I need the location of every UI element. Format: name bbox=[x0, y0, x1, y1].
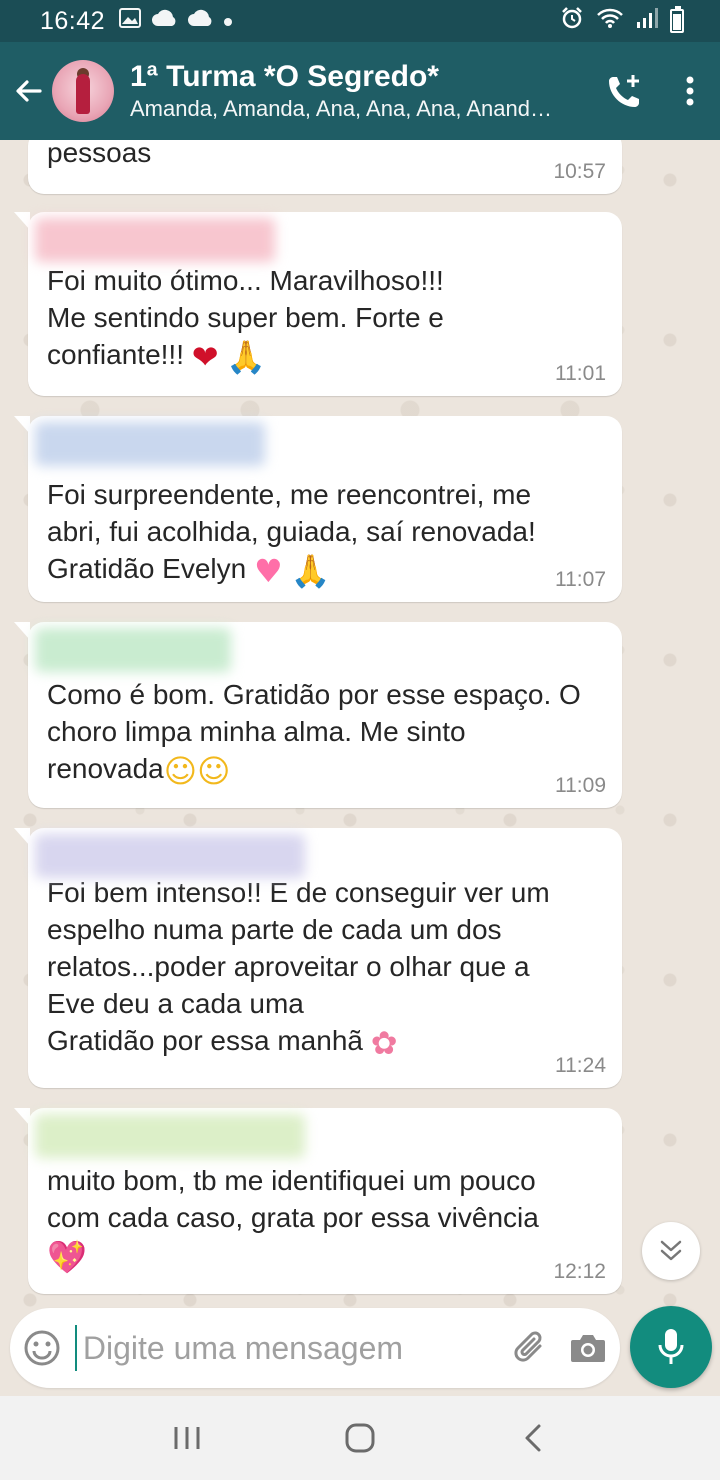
camera-button[interactable] bbox=[557, 1308, 620, 1388]
sender-name-blurred bbox=[35, 218, 275, 262]
sender-name-blurred bbox=[35, 834, 305, 878]
growing-heart-icon: ♥ bbox=[254, 552, 283, 590]
back-button[interactable] bbox=[0, 42, 58, 140]
recent-apps-button[interactable] bbox=[147, 1396, 227, 1480]
message-text: muito bom, tb me identifiquei um pouco c… bbox=[47, 1165, 539, 1276]
message-time: 12:12 bbox=[553, 1260, 606, 1283]
system-nav-bar bbox=[0, 1396, 720, 1480]
sparkling-heart-icon: 💖 bbox=[47, 1238, 87, 1276]
group-avatar[interactable] bbox=[52, 60, 114, 122]
smiling-face-icon: ☺ bbox=[163, 752, 198, 790]
back-nav-button[interactable] bbox=[493, 1396, 573, 1480]
message-bubble[interactable]: muito bom, tb me identifiquei um pouco c… bbox=[14, 1108, 622, 1294]
message-text: Foi surpreendente, me reencontrei, me ab… bbox=[47, 479, 536, 590]
message-time: 11:01 bbox=[555, 362, 606, 385]
sender-name-blurred bbox=[35, 422, 265, 466]
red-heart-icon: ❤ bbox=[191, 338, 219, 376]
recents-icon bbox=[174, 1427, 200, 1449]
status-bar: 16:42 bbox=[0, 0, 720, 42]
double-chevron-down-icon bbox=[660, 1240, 682, 1261]
wifi-icon bbox=[596, 7, 624, 35]
message-composer bbox=[10, 1308, 620, 1388]
paperclip-icon bbox=[514, 1331, 542, 1362]
message-text: Como é bom. Gratidão por esse espaço. O … bbox=[47, 679, 581, 790]
dot-icon bbox=[223, 10, 233, 33]
chat-info[interactable]: 1ª Turma *O Segredo* Amanda, Amanda, Ana… bbox=[130, 59, 590, 123]
message-time: 11:09 bbox=[555, 774, 606, 797]
home-icon bbox=[345, 1423, 375, 1453]
sender-name-blurred bbox=[35, 1114, 305, 1158]
alarm-icon bbox=[560, 6, 584, 36]
message-bubble[interactable]: Foi surpreendente, me reencontrei, me ab… bbox=[14, 416, 622, 602]
message-text: Foi bem intenso!! E de conseguir ver um … bbox=[47, 877, 550, 1062]
folded-hands-icon: 🙏 bbox=[226, 338, 267, 376]
message-text: Foi muito ótimo... Maravilhoso!!! Me sen… bbox=[47, 265, 444, 376]
message-time: 11:24 bbox=[555, 1054, 606, 1077]
message-time: 10:57 bbox=[553, 160, 606, 183]
message-bubble[interactable]: Foi muito ótimo... Maravilhoso!!! Me sen… bbox=[14, 212, 622, 396]
status-time: 16:42 bbox=[40, 6, 106, 35]
message-input[interactable] bbox=[74, 1325, 503, 1371]
more-options-button[interactable] bbox=[660, 42, 720, 140]
home-button[interactable] bbox=[320, 1396, 400, 1480]
arrow-left-icon bbox=[16, 80, 42, 102]
message-list[interactable]: pessoas 10:57 Foi muito ótimo... Maravil… bbox=[0, 140, 720, 1310]
cloud-icon bbox=[151, 8, 177, 34]
message-bubble[interactable]: Foi bem intenso!! E de conseguir ver um … bbox=[14, 828, 622, 1088]
voice-message-button[interactable] bbox=[630, 1306, 712, 1388]
scroll-to-bottom-button[interactable] bbox=[642, 1222, 700, 1280]
microphone-icon bbox=[658, 1329, 684, 1364]
chat-title: 1ª Turma *O Segredo* bbox=[130, 60, 439, 93]
signal-icon bbox=[636, 7, 658, 35]
camera-icon bbox=[571, 1335, 606, 1362]
battery-icon bbox=[670, 6, 684, 33]
message-bubble[interactable]: Como é bom. Gratidão por esse espaço. O … bbox=[14, 622, 622, 808]
cherry-blossom-icon: ✿ bbox=[370, 1024, 398, 1062]
image-icon bbox=[119, 8, 142, 34]
chevron-left-icon bbox=[525, 1424, 541, 1452]
message-text: pessoas bbox=[47, 140, 152, 168]
chat-participants: Amanda, Amanda, Ana, Ana, Ana, Anand… bbox=[130, 96, 552, 121]
more-vert-icon bbox=[686, 76, 694, 106]
attach-button[interactable] bbox=[503, 1308, 557, 1388]
add-call-button[interactable] bbox=[590, 42, 660, 140]
sender-name-blurred bbox=[35, 628, 231, 672]
emoji-button[interactable] bbox=[10, 1308, 75, 1388]
smiley-icon bbox=[24, 1330, 60, 1366]
chat-header: 1ª Turma *O Segredo* Amanda, Amanda, Ana… bbox=[0, 42, 720, 140]
phone-plus-icon bbox=[609, 75, 639, 107]
smiling-face-icon: ☺ bbox=[197, 752, 231, 790]
message-bubble[interactable]: pessoas 10:57 bbox=[28, 140, 622, 194]
message-time: 11:07 bbox=[555, 568, 606, 591]
folded-hands-icon: 🙏 bbox=[290, 552, 331, 590]
cloud-icon bbox=[187, 8, 213, 34]
